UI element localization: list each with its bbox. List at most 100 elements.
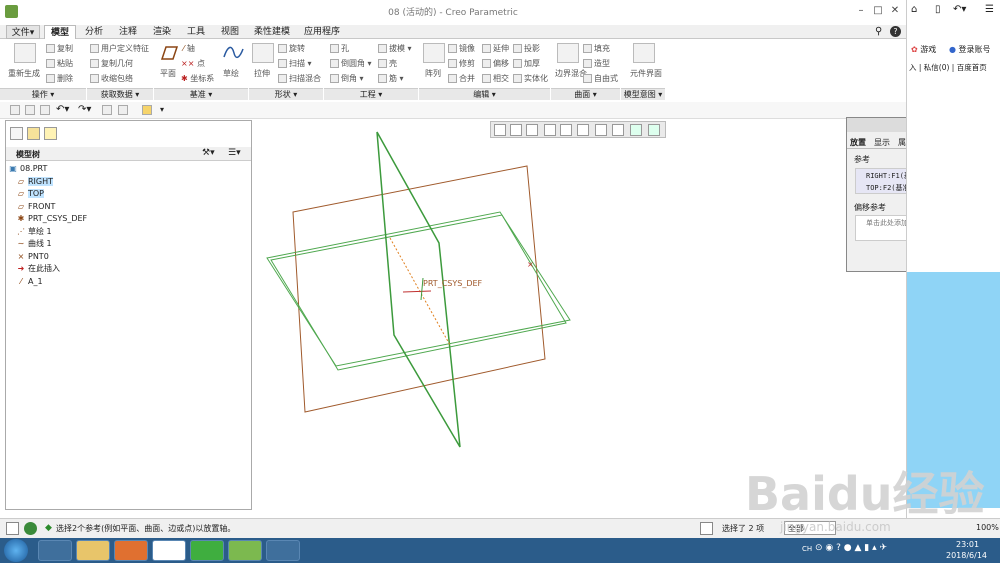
- boundary-blend-icon[interactable]: [557, 43, 579, 63]
- tab-flexible-modeling[interactable]: 柔性建模: [248, 25, 296, 39]
- sketch-button[interactable]: 草绘: [223, 68, 239, 79]
- project-button[interactable]: 投影: [513, 43, 540, 54]
- extend-button[interactable]: 延伸: [482, 43, 509, 54]
- swept-blend-button[interactable]: 扫描混合: [278, 73, 321, 84]
- start-button[interactable]: [4, 539, 28, 562]
- style-button[interactable]: 造型: [583, 58, 610, 69]
- zoom-out-icon[interactable]: [526, 124, 538, 136]
- tree-item[interactable]: ➜ 在此插入: [16, 263, 60, 275]
- help-icon[interactable]: ?: [890, 26, 901, 37]
- zoom-in-icon[interactable]: [510, 124, 522, 136]
- browser-back-icon[interactable]: ↶▾: [953, 4, 966, 15]
- browser-link-login[interactable]: ● 登录账号: [949, 44, 991, 55]
- udf-button[interactable]: 用户定义特征: [90, 43, 149, 54]
- refit-icon[interactable]: [494, 124, 506, 136]
- tab-analysis[interactable]: 分析: [78, 25, 110, 39]
- copy-geometry-button[interactable]: 复制几何: [90, 58, 133, 69]
- view-manager-icon[interactable]: [595, 124, 607, 136]
- taskbar-creo[interactable]: [228, 540, 262, 561]
- taskbar-media[interactable]: [114, 540, 148, 561]
- rib-button[interactable]: 筋 ▾: [378, 73, 404, 84]
- group-surfaces[interactable]: 曲面 ▾: [551, 88, 620, 100]
- dialog-tab-placement[interactable]: 放置: [850, 137, 866, 148]
- favorites-tab-icon[interactable]: [44, 127, 57, 140]
- clock-date[interactable]: 2018/6/14: [946, 551, 987, 560]
- datum-display-filter-icon[interactable]: [630, 124, 642, 136]
- tree-show-icon[interactable]: ☰▾: [228, 148, 241, 158]
- axis-button[interactable]: ⁄ 轴: [183, 43, 195, 54]
- paste-button[interactable]: 粘贴: [46, 58, 73, 69]
- folder-browser-tab-icon[interactable]: [27, 127, 40, 140]
- group-model-intent[interactable]: 模型意图 ▾: [621, 88, 665, 100]
- intersect-button[interactable]: 相交: [482, 73, 509, 84]
- group-engineering[interactable]: 工程 ▾: [324, 88, 418, 100]
- customize-toolbar-icon[interactable]: ▾: [160, 105, 164, 114]
- extrude-icon[interactable]: [252, 43, 274, 63]
- taskbar-360[interactable]: [190, 540, 224, 561]
- hole-button[interactable]: 孔: [330, 43, 349, 54]
- input-language[interactable]: CH: [802, 545, 812, 553]
- group-operations[interactable]: 操作 ▾: [0, 88, 86, 100]
- tab-model[interactable]: 模型: [44, 25, 76, 39]
- plane-icon[interactable]: [157, 43, 179, 63]
- display-style-icon[interactable]: [560, 124, 572, 136]
- selection-icon[interactable]: [700, 522, 713, 535]
- perspective-view-icon[interactable]: [612, 124, 624, 136]
- component-interface-icon[interactable]: [633, 43, 655, 63]
- delete-button[interactable]: 删除: [46, 73, 73, 84]
- open-file-icon[interactable]: [25, 105, 35, 115]
- plane-button[interactable]: 平面: [160, 68, 176, 79]
- freestyle-button[interactable]: 自由式: [583, 73, 618, 84]
- mirror-button[interactable]: 镜像: [448, 43, 475, 54]
- close-window-icon[interactable]: [142, 105, 152, 115]
- tree-item[interactable]: ✱ PRT_CSYS_DEF: [16, 213, 88, 225]
- sketch-icon[interactable]: [222, 43, 244, 63]
- extrude-button[interactable]: 拉伸: [254, 68, 270, 79]
- draft-button[interactable]: 拔模 ▾: [378, 43, 412, 54]
- group-editing[interactable]: 编辑 ▾: [419, 88, 550, 100]
- tree-item[interactable]: ▱ TOP: [16, 188, 45, 200]
- regenerate-button[interactable]: 重新生成: [8, 68, 40, 79]
- browser-home-icon[interactable]: ⌂: [911, 4, 917, 15]
- tree-settings-icon[interactable]: ⚒▾: [202, 148, 215, 158]
- tab-file[interactable]: 文件▾: [6, 25, 40, 39]
- dialog-tab-display[interactable]: 显示: [874, 137, 890, 148]
- group-datum[interactable]: 基准 ▾: [154, 88, 248, 100]
- annotation-display-icon[interactable]: [648, 124, 660, 136]
- revolve-button[interactable]: 旋转: [278, 43, 305, 54]
- taskbar-explorer[interactable]: [76, 540, 110, 561]
- save-icon[interactable]: [40, 105, 50, 115]
- tree-item[interactable]: ▱ RIGHT: [16, 176, 54, 188]
- search-icon[interactable]: ⚲: [875, 26, 882, 37]
- tree-item[interactable]: ⁄ A_1: [16, 276, 42, 288]
- show-navigator-icon[interactable]: [6, 522, 19, 535]
- close-icon[interactable]: ✕: [887, 4, 903, 18]
- tree-item[interactable]: ▱ FRONT: [16, 201, 55, 213]
- tree-item[interactable]: ⋰ 草绘 1: [16, 226, 52, 238]
- maximize-icon[interactable]: □: [870, 4, 886, 18]
- new-file-icon[interactable]: [10, 105, 20, 115]
- csys-button[interactable]: ✱ 坐标系: [181, 73, 214, 84]
- regenerate-quick-icon[interactable]: [102, 105, 112, 115]
- taskbar-baidu-cloud[interactable]: [152, 540, 186, 561]
- component-interface-button[interactable]: 元件界面: [630, 68, 662, 79]
- merge-button[interactable]: 合并: [448, 73, 475, 84]
- undo-icon[interactable]: ↶▾: [56, 104, 69, 115]
- redo-icon[interactable]: ↷▾: [78, 104, 91, 115]
- taskbar-paint[interactable]: [266, 540, 300, 561]
- show-browser-icon[interactable]: [24, 522, 37, 535]
- windows-icon[interactable]: [118, 105, 128, 115]
- tab-render[interactable]: 渲染: [146, 25, 178, 39]
- offset-button[interactable]: 偏移: [482, 58, 509, 69]
- thicken-button[interactable]: 加厚: [513, 58, 540, 69]
- clock-time[interactable]: 23:01: [956, 540, 979, 549]
- browser-phone-icon[interactable]: ▯: [935, 4, 941, 15]
- tab-view[interactable]: 视图: [214, 25, 246, 39]
- solidify-button[interactable]: 实体化: [513, 73, 548, 84]
- tray-icons[interactable]: ⊙ ◉ ? ● ▲ ▮ ▴ ✈: [815, 543, 887, 553]
- copy-button[interactable]: 复制: [46, 43, 73, 54]
- pattern-icon[interactable]: [423, 43, 445, 63]
- minimize-icon[interactable]: –: [853, 4, 869, 18]
- taskbar-chrome[interactable]: [38, 540, 72, 561]
- browser-menu-icon[interactable]: ☰: [985, 4, 994, 15]
